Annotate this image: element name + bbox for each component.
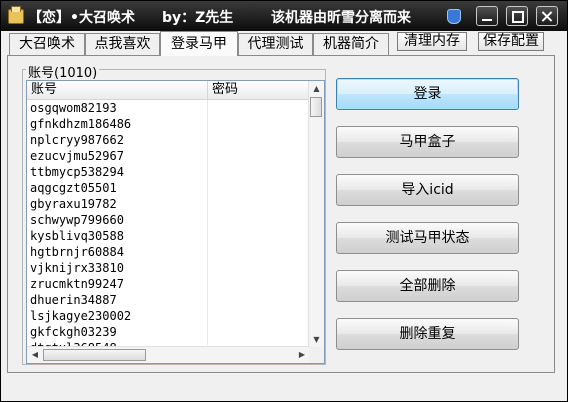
column-header-account[interactable]: 账号 — [27, 81, 208, 99]
list-item[interactable]: gbyraxu19782 — [27, 196, 310, 212]
scroll-right-icon[interactable]: ▶ — [295, 347, 309, 363]
list-item[interactable]: ttbmycp538294 — [27, 164, 310, 180]
list-item[interactable]: kysblivq30588 — [27, 228, 310, 244]
tab-machine-intro[interactable]: 机器简介 — [313, 33, 389, 55]
vertical-scrollbar[interactable]: ▲ ▼ — [308, 81, 324, 347]
window-title: 【恋】•大召唤术 — [28, 10, 135, 26]
list-item[interactable]: gkfckgh03239 — [27, 324, 310, 340]
list-item[interactable]: ezucvjmu52967 — [27, 148, 310, 164]
list-item[interactable]: dhuerin34887 — [27, 292, 310, 308]
list-item[interactable]: nplcryy987662 — [27, 132, 310, 148]
horizontal-scroll-thumb[interactable] — [43, 349, 146, 361]
vest-box-button[interactable]: 马甲盒子 — [336, 126, 519, 158]
account-list[interactable]: 账号 密码 osgqwom82193 gfnkdhzm186486 nplcry… — [26, 80, 325, 364]
list-item[interactable]: schwywp799660 — [27, 212, 310, 228]
tab-login-vest[interactable]: 登录马甲 — [160, 31, 238, 56]
title-bar: 【恋】•大召唤术 by：Z先生 该机器由昕雪分离而来 — [1, 1, 567, 31]
clear-memory-button[interactable]: 清理内存 — [397, 32, 467, 51]
shield-icon — [447, 9, 461, 24]
author-text: by：Z先生 — [162, 10, 234, 26]
scroll-corner — [309, 347, 324, 363]
list-item[interactable]: hgtbrnjr60884 — [27, 244, 310, 260]
maximize-button[interactable] — [506, 6, 528, 26]
list-item[interactable]: gfnkdhzm186486 — [27, 116, 310, 132]
login-button[interactable]: 登录 — [336, 78, 519, 110]
scroll-down-icon[interactable]: ▼ — [310, 332, 323, 347]
import-icid-button[interactable]: 导入icid — [336, 174, 519, 206]
close-button[interactable] — [536, 6, 558, 26]
delete-all-button[interactable]: 全部删除 — [336, 270, 519, 302]
list-header: 账号 密码 — [27, 81, 310, 100]
list-item[interactable]: zrucmktn99247 — [27, 276, 310, 292]
list-item[interactable]: osgqwom82193 — [27, 100, 310, 116]
scroll-left-icon[interactable]: ◀ — [28, 347, 42, 363]
list-item[interactable]: vjknijrx33810 — [27, 260, 310, 276]
test-vest-status-button[interactable]: 测试马甲状态 — [336, 222, 519, 254]
account-group-label: 账号(1010) — [26, 62, 100, 81]
horizontal-scrollbar[interactable]: ◀ ▶ — [27, 346, 310, 363]
list-item[interactable]: aqgcgzt05501 — [27, 180, 310, 196]
list-rows: osgqwom82193 gfnkdhzm186486 nplcryy98766… — [27, 100, 310, 356]
column-header-password[interactable]: 密码 — [208, 81, 310, 99]
vertical-scroll-thumb[interactable] — [310, 97, 322, 117]
delete-duplicates-button[interactable]: 删除重复 — [336, 318, 519, 350]
app-icon — [8, 6, 24, 24]
tab-proxy-test[interactable]: 代理测试 — [238, 33, 313, 55]
origin-note: 该机器由昕雪分离而来 — [271, 10, 411, 26]
tab-like[interactable]: 点我喜欢 — [85, 33, 160, 55]
tab-summon[interactable]: 大召唤术 — [9, 33, 85, 55]
scroll-up-icon[interactable]: ▲ — [310, 81, 323, 96]
minimize-button[interactable] — [476, 6, 498, 26]
list-item[interactable]: lsjkagye230002 — [27, 308, 310, 324]
save-config-button[interactable]: 保存配置 — [478, 32, 544, 51]
main-window: 【恋】•大召唤术 by：Z先生 该机器由昕雪分离而来 大召唤术 点我喜欢 登录马… — [0, 0, 568, 402]
